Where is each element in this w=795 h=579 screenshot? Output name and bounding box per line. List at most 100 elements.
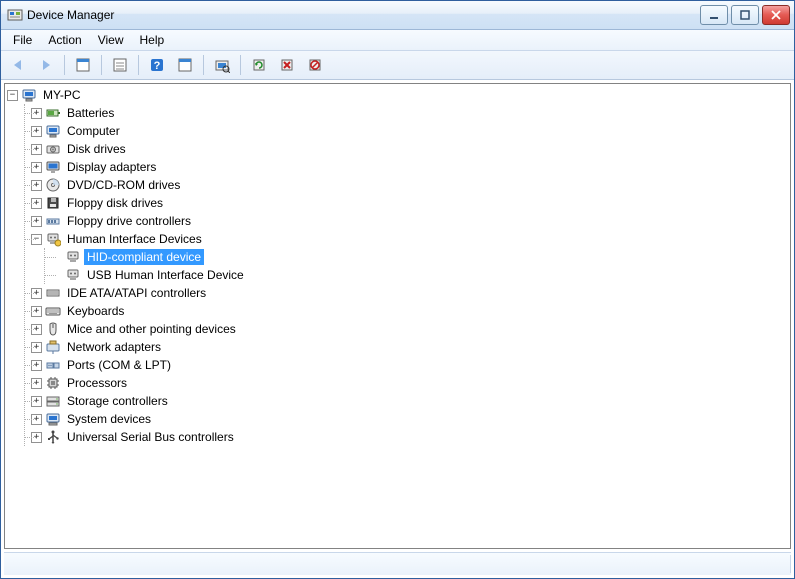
action-pane-button[interactable] <box>172 52 198 78</box>
tree-item-label[interactable]: Processors <box>64 375 130 391</box>
scan-hardware-button[interactable] <box>209 52 235 78</box>
action-pane-icon <box>177 57 193 73</box>
menu-view[interactable]: View <box>90 31 132 49</box>
back-button[interactable] <box>5 52 31 78</box>
tree-item-label[interactable]: Universal Serial Bus controllers <box>64 429 237 445</box>
tree-item[interactable]: + Network adapters <box>25 338 790 356</box>
show-hide-console-button[interactable] <box>70 52 96 78</box>
expander-icon[interactable]: + <box>31 414 42 425</box>
scan-icon <box>214 57 230 73</box>
hid-device-icon <box>65 267 81 283</box>
tree-item[interactable]: + Floppy drive controllers <box>25 212 790 230</box>
tree-item[interactable]: + DVD/CD-ROM drives <box>25 176 790 194</box>
tree-subitem-label[interactable]: USB Human Interface Device <box>84 267 247 283</box>
tree-subitem-label[interactable]: HID-compliant device <box>84 249 204 265</box>
tree-item-label[interactable]: Disk drives <box>64 141 129 157</box>
uninstall-button[interactable] <box>274 52 300 78</box>
tree-root-label[interactable]: MY-PC <box>40 87 84 103</box>
update-driver-button[interactable] <box>246 52 272 78</box>
statusbar-cell <box>4 555 791 573</box>
tree-subitem[interactable]: USB Human Interface Device <box>45 266 790 284</box>
tree-item-label[interactable]: Floppy disk drives <box>64 195 166 211</box>
tree-item[interactable]: + System devices <box>25 410 790 428</box>
tree-item-label[interactable]: Ports (COM & LPT) <box>64 357 174 373</box>
tree-item[interactable]: + Universal Serial Bus controllers <box>25 428 790 446</box>
system-icon <box>45 411 61 427</box>
tree-item[interactable]: + Storage controllers <box>25 392 790 410</box>
tree-item-hid[interactable]: − Human Interface Devices HID-compliant … <box>25 230 790 284</box>
tree-item[interactable]: + IDE ATA/ATAPI controllers <box>25 284 790 302</box>
tree-item-label[interactable]: DVD/CD-ROM drives <box>64 177 183 193</box>
forward-button[interactable] <box>33 52 59 78</box>
expander-icon[interactable]: + <box>31 342 42 353</box>
mouse-icon <box>45 321 61 337</box>
tree-item-label[interactable]: Floppy drive controllers <box>64 213 194 229</box>
tree-item-label[interactable]: Network adapters <box>64 339 164 355</box>
uninstall-icon <box>279 57 295 73</box>
tree-item[interactable]: + Keyboards <box>25 302 790 320</box>
battery-icon <box>45 105 61 121</box>
expander-icon[interactable]: + <box>31 180 42 191</box>
properties-icon <box>112 57 128 73</box>
app-icon <box>7 7 23 23</box>
floppy-icon <box>45 195 61 211</box>
usb-icon <box>45 429 61 445</box>
tree-item-label[interactable]: Computer <box>64 123 123 139</box>
keyboard-icon <box>45 303 61 319</box>
tree-item-label[interactable]: Mice and other pointing devices <box>64 321 239 337</box>
expander-icon[interactable]: + <box>31 306 42 317</box>
tree-item[interactable]: + Computer <box>25 122 790 140</box>
computer-icon <box>21 87 37 103</box>
menu-help[interactable]: Help <box>132 31 173 49</box>
tree-subitem[interactable]: HID-compliant device <box>45 248 790 266</box>
titlebar[interactable]: Device Manager <box>1 1 794 30</box>
tree-item[interactable]: + Ports (COM & LPT) <box>25 356 790 374</box>
expander-icon[interactable]: + <box>31 396 42 407</box>
tree-item[interactable]: + Disk drives <box>25 140 790 158</box>
device-tree[interactable]: − MY-PC + Batteries + Computer <box>4 83 791 549</box>
expander-icon[interactable]: + <box>31 126 42 137</box>
tree-item-label[interactable]: System devices <box>64 411 154 427</box>
toolbar <box>1 51 794 80</box>
menu-file[interactable]: File <box>5 31 40 49</box>
tree-item[interactable]: + Processors <box>25 374 790 392</box>
properties-button[interactable] <box>107 52 133 78</box>
expander-icon[interactable]: + <box>31 198 42 209</box>
expander-icon[interactable]: − <box>31 234 42 245</box>
tree-item-label[interactable]: Human Interface Devices <box>64 231 205 247</box>
tree-item-label[interactable]: IDE ATA/ATAPI controllers <box>64 285 209 301</box>
minimize-button[interactable] <box>700 5 728 25</box>
expander-icon[interactable]: + <box>31 216 42 227</box>
help-icon <box>149 57 165 73</box>
help-button[interactable] <box>144 52 170 78</box>
expander-icon[interactable]: + <box>31 162 42 173</box>
expander-icon[interactable]: + <box>31 288 42 299</box>
expander-icon[interactable]: + <box>31 378 42 389</box>
tree-item[interactable]: + Floppy disk drives <box>25 194 790 212</box>
window-title: Device Manager <box>27 8 114 22</box>
back-icon <box>10 57 26 73</box>
tree-item-label[interactable]: Keyboards <box>64 303 127 319</box>
menubar: File Action View Help <box>1 30 794 51</box>
disk-icon <box>45 141 61 157</box>
network-icon <box>45 339 61 355</box>
disable-button[interactable] <box>302 52 328 78</box>
expander-icon[interactable]: + <box>31 108 42 119</box>
expander-icon[interactable]: + <box>31 324 42 335</box>
tree-item[interactable]: + Batteries <box>25 104 790 122</box>
tree-root[interactable]: − MY-PC + Batteries + Computer <box>5 86 790 446</box>
close-button[interactable] <box>762 5 790 25</box>
expander-icon[interactable]: − <box>7 90 18 101</box>
expander-icon[interactable]: + <box>31 360 42 371</box>
tree-item-label[interactable]: Batteries <box>64 105 117 121</box>
tree-item-label[interactable]: Storage controllers <box>64 393 171 409</box>
expander-icon[interactable]: + <box>31 432 42 443</box>
tree-item[interactable]: + Mice and other pointing devices <box>25 320 790 338</box>
device-manager-window: Device Manager File Action View Help <box>0 0 795 579</box>
tree-item-label[interactable]: Display adapters <box>64 159 159 175</box>
cpu-icon <box>45 375 61 391</box>
menu-action[interactable]: Action <box>40 31 89 49</box>
tree-item[interactable]: + Display adapters <box>25 158 790 176</box>
expander-icon[interactable]: + <box>31 144 42 155</box>
maximize-button[interactable] <box>731 5 759 25</box>
